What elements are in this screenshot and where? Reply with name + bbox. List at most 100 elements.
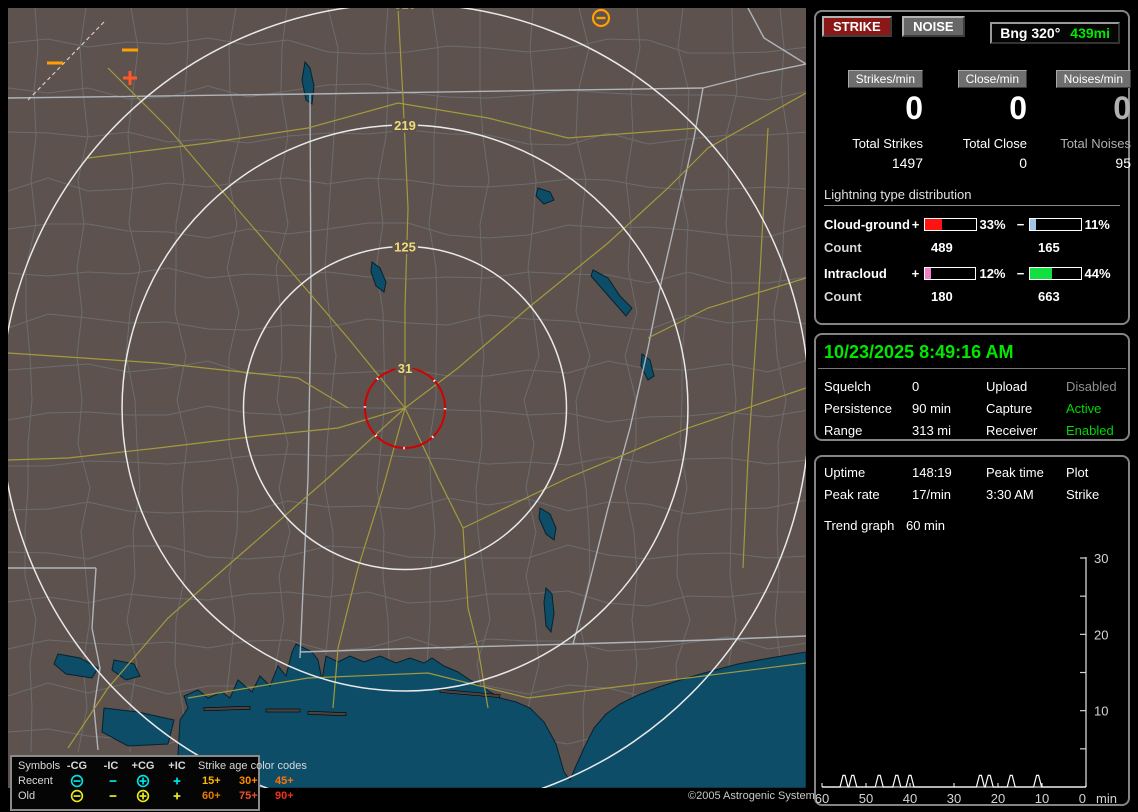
upload-label: Upload xyxy=(986,379,1028,394)
svg-text:31: 31 xyxy=(398,361,412,376)
legend-col-nic: -IC xyxy=(103,760,119,772)
divider xyxy=(818,368,1126,369)
peak-time-label: Peak time xyxy=(986,465,1044,480)
ic-plus-count: 180 xyxy=(931,289,953,304)
map-svg: 313 219 125 31 xyxy=(8,8,806,788)
total-close-value: 0 xyxy=(1019,155,1027,171)
persistence-label: Persistence xyxy=(824,401,892,416)
legend-age-75+: 75+ xyxy=(239,790,258,802)
legend-recent-neg-cg-icon xyxy=(64,774,90,788)
minus-sign: − xyxy=(1016,217,1025,232)
total-strikes-label: Total Strikes xyxy=(852,136,923,151)
bearing-display: Bng 320° 439mi xyxy=(990,22,1120,44)
noises-per-min-value: 0 xyxy=(1113,90,1131,126)
svg-text:60: 60 xyxy=(816,791,829,803)
legend-recent-pos-ic-icon xyxy=(164,774,190,788)
peak-time-value: 3:30 AM xyxy=(986,487,1034,502)
legend-age-15+: 15+ xyxy=(202,775,221,787)
svg-text:10: 10 xyxy=(1035,791,1049,803)
ic-plus-bar xyxy=(924,267,977,280)
svg-text:30: 30 xyxy=(1094,551,1108,566)
svg-text:30: 30 xyxy=(947,791,961,803)
legend-col-ncg: -CG xyxy=(66,760,88,772)
ic-plus-pct: 12% xyxy=(979,266,1006,281)
upload-value: Disabled xyxy=(1066,379,1117,394)
close-per-min-chip: Close/min xyxy=(957,70,1027,88)
squelch-value: 0 xyxy=(912,379,920,394)
plot-value: Strike xyxy=(1066,487,1100,502)
squelch-label: Squelch xyxy=(824,379,871,394)
cloud-ground-label: Cloud-ground xyxy=(824,217,910,232)
map-viewport[interactable]: 313 219 125 31 xyxy=(8,8,806,788)
receiver-value: Enabled xyxy=(1066,423,1114,438)
svg-text:40: 40 xyxy=(903,791,917,803)
svg-text:125: 125 xyxy=(394,240,416,255)
minus-sign: − xyxy=(1016,266,1025,281)
trend-graph-label: Trend graph xyxy=(824,518,895,533)
symbols-legend: Symbols -CG -IC +CG +IC Strike age color… xyxy=(10,755,307,811)
ic-count-label: Count xyxy=(824,289,862,304)
lightning-distribution: Lightning type distribution Cloud-ground… xyxy=(824,187,1120,304)
total-noises-value: 95 xyxy=(1115,155,1131,171)
svg-text:219: 219 xyxy=(394,118,416,133)
copyright-text: ©2005 Astrogenic Systems xyxy=(688,790,821,802)
legend-old-neg-ic-icon xyxy=(100,789,126,803)
total-strikes-value: 1497 xyxy=(891,155,923,171)
legend-old-pos-cg-icon xyxy=(130,789,156,803)
cg-plus-pct: 33% xyxy=(979,217,1006,232)
svg-text:50: 50 xyxy=(859,791,873,803)
total-close-label: Total Close xyxy=(962,136,1027,151)
capture-value: Active xyxy=(1066,401,1102,416)
close-per-min-value: 0 xyxy=(1009,90,1027,126)
cg-plus-count: 489 xyxy=(931,240,953,255)
intracloud-label: Intracloud xyxy=(824,266,887,281)
plot-label: Plot xyxy=(1066,465,1089,480)
cg-minus-bar xyxy=(1029,218,1082,231)
cg-minus-count: 165 xyxy=(1038,240,1060,255)
ic-minus-bar xyxy=(1029,267,1082,280)
svg-text:0: 0 xyxy=(1079,791,1086,803)
legend-age-90+: 90+ xyxy=(275,790,294,802)
cg-count-label: Count xyxy=(824,240,862,255)
trend-graph-value: 60 min xyxy=(905,518,945,533)
strikes-per-min-chip: Strikes/min xyxy=(847,70,923,88)
svg-text:20: 20 xyxy=(991,791,1005,803)
range-label: Range xyxy=(824,423,863,438)
strikes-per-min-value: 0 xyxy=(905,90,923,126)
legend-col-pic: +IC xyxy=(168,760,186,772)
range-value: 313 mi xyxy=(912,423,952,438)
legend-age-45+: 45+ xyxy=(275,775,294,787)
uptime-value: 148:19 xyxy=(912,465,952,480)
legend-recent-label: Recent xyxy=(18,775,53,787)
legend-age-30+: 30+ xyxy=(239,775,258,787)
legend-old-pos-ic-icon xyxy=(164,789,190,803)
nexstorm-window: 313 219 125 31 ©2005 Astrogenic Systems Sym… xyxy=(0,0,1138,812)
trend-graph-chart: 10 20 30 60 50 40 30 20 10 0 min xyxy=(816,551,1117,803)
svg-text:10: 10 xyxy=(1094,704,1108,719)
total-noises-label: Total Noises xyxy=(1060,136,1131,151)
cg-plus-bar xyxy=(924,218,977,231)
legend-recent-neg-ic-icon xyxy=(100,774,126,788)
peak-rate-value: 17/min xyxy=(912,487,952,502)
strike-button[interactable]: STRIKE xyxy=(822,16,892,37)
capture-label: Capture xyxy=(986,401,1033,416)
svg-text:20: 20 xyxy=(1094,627,1108,642)
strike-counters-panel: STRIKE NOISE Bng 320° 439mi Strikes/min 0… xyxy=(814,10,1131,325)
bearing-distance: 439mi xyxy=(1070,25,1110,41)
legend-old-neg-cg-icon xyxy=(64,789,90,803)
ic-minus-pct: 44% xyxy=(1084,266,1111,281)
ic-minus-count: 663 xyxy=(1038,289,1060,304)
noise-button[interactable]: NOISE xyxy=(902,16,965,37)
peak-rate-label: Peak rate xyxy=(824,487,880,502)
svg-text:313: 313 xyxy=(394,8,416,12)
legend-age-60+: 60+ xyxy=(202,790,221,802)
rate-counters: Strikes/min 0 Total Strikes 1497 Close/m… xyxy=(821,70,1131,171)
bearing-label: Bng 320° xyxy=(1000,25,1061,41)
cg-minus-pct: 11% xyxy=(1084,217,1110,232)
legend-symbols-label: Symbols xyxy=(18,760,61,772)
plus-sign: + xyxy=(911,266,920,281)
persistence-value: 90 min xyxy=(912,401,952,416)
noises-per-min-chip: Noises/min xyxy=(1055,70,1131,88)
status-panel: 10/23/2025 8:49:16 AM Squelch 0 Upload D… xyxy=(814,333,1130,441)
distribution-title: Lightning type distribution xyxy=(824,187,1120,206)
